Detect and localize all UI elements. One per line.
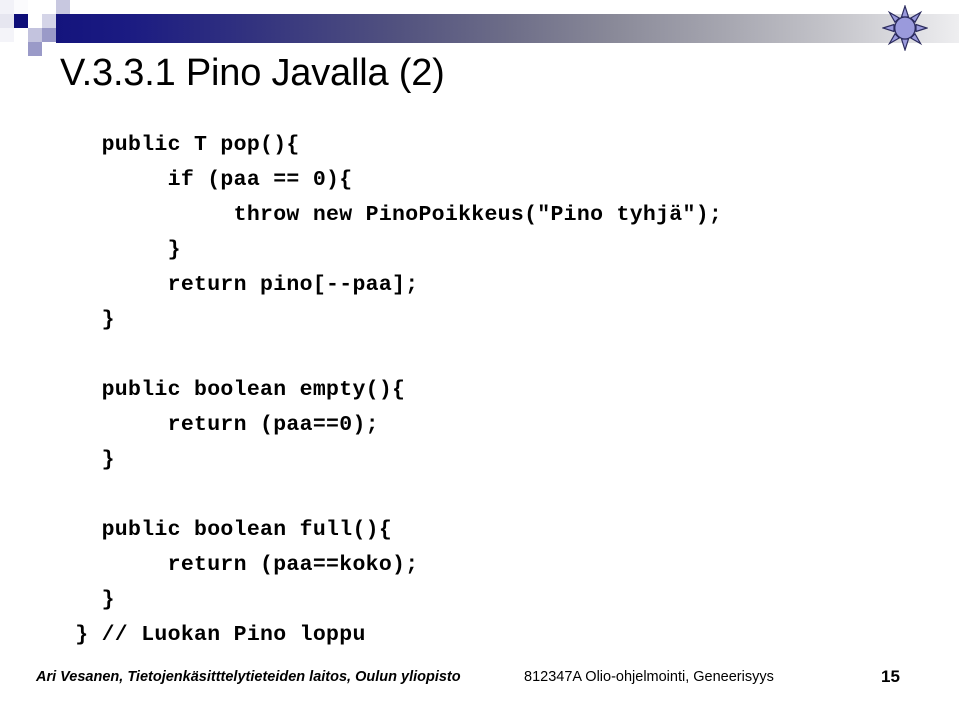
mosaic-block	[42, 28, 56, 42]
code-line: throw new PinoPoikkeus("Pino tyhjä");	[62, 203, 723, 227]
mosaic-block	[14, 28, 28, 42]
footer-page-number: 15	[881, 667, 900, 686]
mosaic-block	[42, 14, 56, 28]
mosaic-block	[42, 0, 56, 14]
mosaic-block	[28, 28, 42, 42]
footer-course-title: 812347A Olio-ohjelmointi, Geneerisyys	[524, 669, 774, 685]
slide-footer: Ari Vesanen, Tietojenkäsitttelytieteiden…	[0, 664, 959, 701]
code-line: if (paa == 0){	[62, 168, 353, 192]
code-line: public boolean full(){	[62, 518, 393, 542]
code-line: } // Luokan Pino loppu	[62, 623, 366, 647]
mosaic-block	[56, 0, 70, 14]
page-title: V.3.3.1 Pino Javalla (2)	[60, 52, 445, 94]
mosaic-block	[28, 14, 42, 28]
mosaic-block	[0, 14, 14, 28]
code-line: }	[62, 448, 115, 472]
code-line: return (paa==koko);	[62, 553, 419, 577]
sun-icon	[881, 4, 929, 52]
footer-author-affiliation: Ari Vesanen, Tietojenkäsitttelytieteiden…	[36, 669, 461, 685]
code-line: return (paa==0);	[62, 413, 379, 437]
code-line: }	[62, 308, 115, 332]
code-line: return pino[--paa];	[62, 273, 419, 297]
slide-header-band	[0, 0, 959, 58]
mosaic-block	[14, 14, 28, 28]
mosaic-block	[0, 0, 14, 14]
code-block: public T pop(){ if (paa == 0){ throw new…	[62, 128, 932, 653]
code-line: }	[62, 238, 181, 262]
mosaic-block	[28, 0, 42, 14]
mosaic-block	[0, 28, 14, 42]
header-gradient-bar	[56, 14, 959, 43]
mosaic-block	[14, 0, 28, 14]
code-line: public T pop(){	[62, 133, 300, 157]
code-line: }	[62, 588, 115, 612]
mosaic-block	[28, 42, 42, 56]
code-line: public boolean empty(){	[62, 378, 406, 402]
